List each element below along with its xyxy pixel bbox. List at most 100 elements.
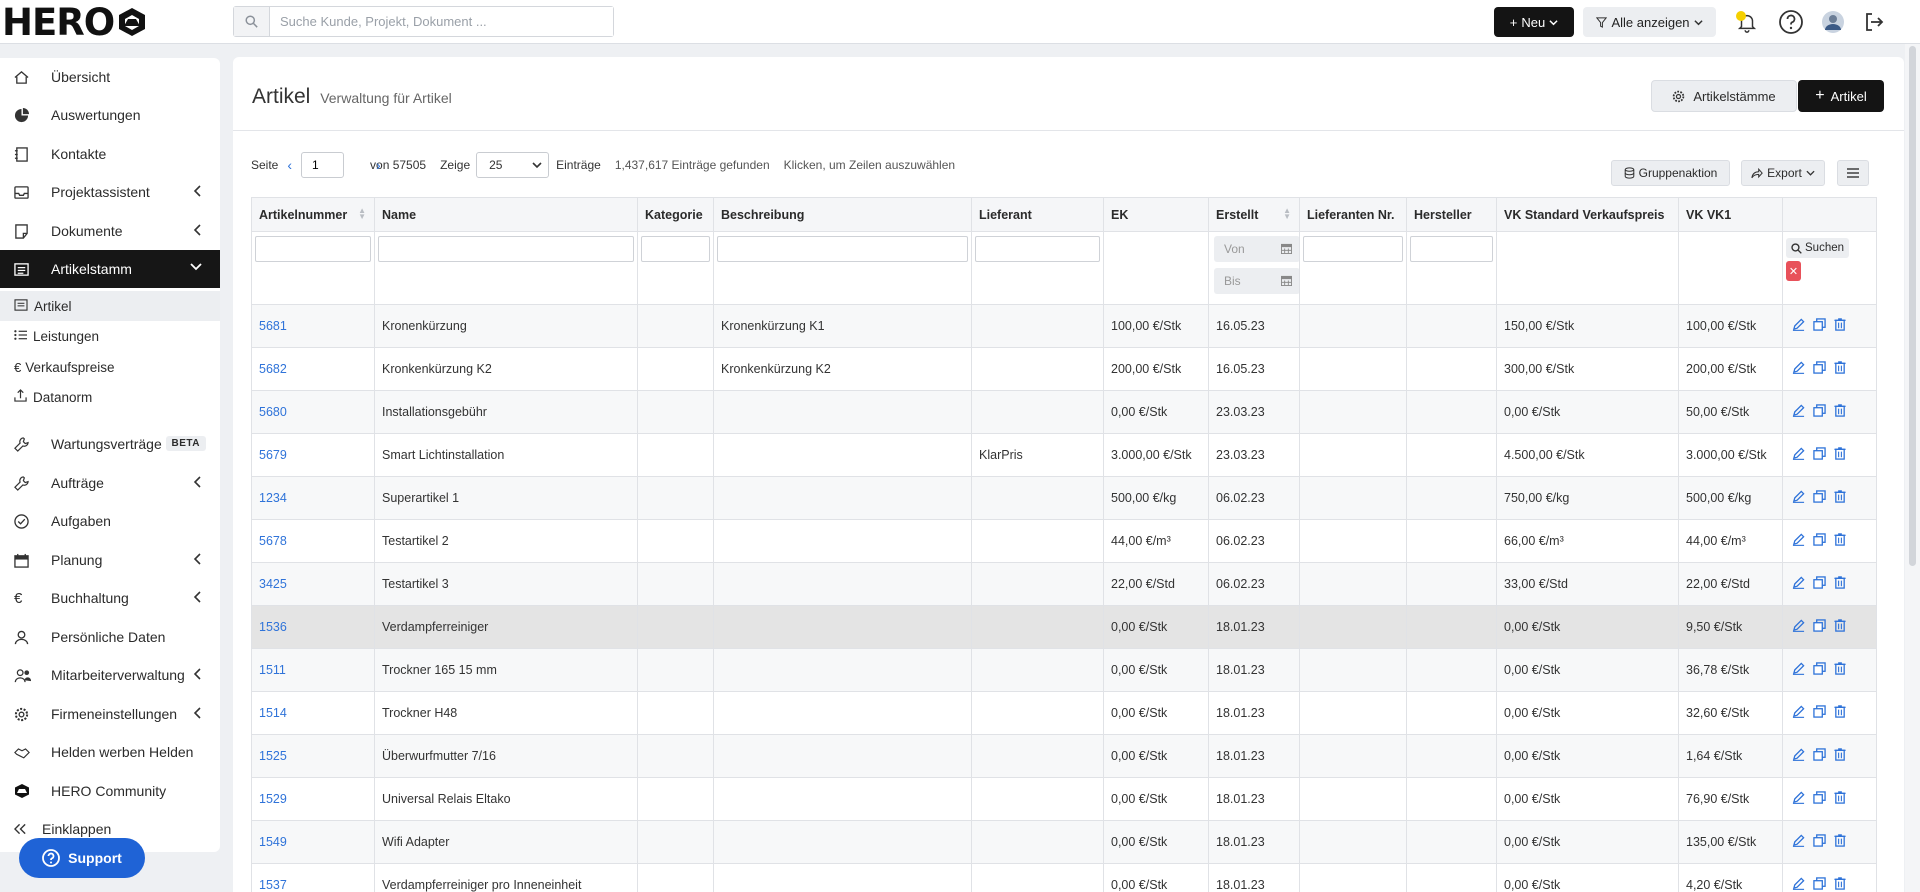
trash-icon[interactable] — [1834, 877, 1846, 892]
column-header[interactable]: Name — [374, 197, 638, 232]
article-number-cell[interactable]: 1511 — [251, 648, 375, 692]
edit-icon[interactable] — [1792, 662, 1805, 678]
trash-icon[interactable] — [1834, 576, 1846, 592]
trash-icon[interactable] — [1834, 705, 1846, 721]
sidebar-item-community[interactable]: HERO Community — [0, 772, 220, 810]
filter-button[interactable]: Alle anzeigen — [1583, 7, 1716, 37]
copy-icon[interactable] — [1813, 361, 1826, 377]
article-number-cell[interactable]: 5680 — [251, 390, 375, 434]
hero-logo[interactable]: HERO — [2, 1, 148, 44]
filter-manufacturer-input[interactable] — [1410, 236, 1493, 262]
add-article-button[interactable]: + Artikel — [1798, 80, 1884, 112]
sidebar-item-article-master[interactable]: Artikelstamm — [0, 250, 220, 288]
article-number-cell[interactable]: 1514 — [251, 691, 375, 735]
trash-icon[interactable] — [1834, 834, 1846, 850]
trash-icon[interactable] — [1834, 404, 1846, 420]
sidebar-subitem-services[interactable]: Leistungen — [0, 321, 220, 351]
column-header[interactable]: Artikelnummer ▲ ▼ — [251, 197, 375, 232]
copy-icon[interactable] — [1813, 748, 1826, 764]
article-number-cell[interactable]: 1529 — [251, 777, 375, 821]
sidebar-item-orders[interactable]: Aufträge — [0, 464, 220, 502]
global-search[interactable] — [233, 6, 614, 37]
copy-icon[interactable] — [1813, 490, 1826, 506]
edit-icon[interactable] — [1792, 791, 1805, 807]
filter-date-to[interactable]: Bis — [1214, 268, 1299, 294]
page-number-input[interactable] — [301, 152, 345, 178]
sidebar-item-maintenance[interactable]: Wartungsverträge BETA — [0, 425, 220, 463]
column-header[interactable]: Kategorie — [637, 197, 714, 232]
logout-icon[interactable] — [1861, 9, 1887, 35]
table-row[interactable]: 5679 Smart Lichtinstallation KlarPris 3.000… — [251, 433, 1877, 477]
edit-icon[interactable] — [1792, 576, 1805, 592]
column-header[interactable]: Hersteller — [1406, 197, 1497, 232]
scroll-thumb[interactable] — [1909, 46, 1916, 566]
trash-icon[interactable] — [1834, 662, 1846, 678]
table-row[interactable]: 1511 Trockner 165 15 mm 0,00 €/Stk 18.01.23… — [251, 648, 1877, 692]
filter-search-button[interactable]: Suchen — [1786, 238, 1850, 258]
article-number-cell[interactable]: 5679 — [251, 433, 375, 477]
column-header[interactable]: Lieferant — [971, 197, 1104, 232]
column-header[interactable]: VK VK1 — [1678, 197, 1783, 232]
support-button[interactable]: Support — [19, 838, 145, 878]
filter-category-input[interactable] — [641, 236, 710, 262]
copy-icon[interactable] — [1813, 404, 1826, 420]
sidebar-item-contacts[interactable]: Kontakte — [0, 135, 220, 173]
prev-page-icon[interactable]: ‹ — [287, 157, 292, 173]
edit-icon[interactable] — [1792, 318, 1805, 334]
table-row[interactable]: 5681 Kronenkürzung Kronenkürzung K1 100,00 … — [251, 304, 1877, 348]
trash-icon[interactable] — [1834, 490, 1846, 506]
article-number-cell[interactable]: 5681 — [251, 304, 375, 348]
trash-icon[interactable] — [1834, 361, 1846, 377]
trash-icon[interactable] — [1834, 619, 1846, 635]
table-row[interactable]: 5682 Kronkenkürzung K2 Kronkenkürzung K2 20… — [251, 347, 1877, 391]
edit-icon[interactable] — [1792, 404, 1805, 420]
copy-icon[interactable] — [1813, 791, 1826, 807]
copy-icon[interactable] — [1813, 877, 1826, 892]
table-row[interactable]: 1537 Verdampferreiniger pro Inneneinheit 0… — [251, 863, 1877, 892]
column-header[interactable]: Lieferanten Nr. — [1299, 197, 1407, 232]
sidebar-item-company[interactable]: Firmeneinstellungen — [0, 695, 220, 733]
sidebar-subitem-sales-prices[interactable]: € Verkaufspreise — [0, 352, 220, 382]
copy-icon[interactable] — [1813, 533, 1826, 549]
table-row[interactable]: 5678 Testartikel 2 44,00 €/m³ 06.02.23 66,00… — [251, 519, 1877, 563]
trash-icon[interactable] — [1834, 748, 1846, 764]
page-scrollbar[interactable] — [1905, 44, 1920, 892]
table-row[interactable]: 1549 Wifi Adapter 0,00 €/Stk 18.01.23 0,00 €… — [251, 820, 1877, 864]
per-page-select[interactable]: 25 — [476, 152, 550, 178]
trash-icon[interactable] — [1834, 533, 1846, 549]
sidebar-item-overview[interactable]: Übersicht — [0, 58, 220, 96]
edit-icon[interactable] — [1792, 619, 1805, 635]
copy-icon[interactable] — [1813, 619, 1826, 635]
article-number-cell[interactable]: 5678 — [251, 519, 375, 563]
article-number-cell[interactable]: 1549 — [251, 820, 375, 864]
copy-icon[interactable] — [1813, 318, 1826, 334]
column-header[interactable]: Beschreibung — [713, 197, 972, 232]
copy-icon[interactable] — [1813, 447, 1826, 463]
edit-icon[interactable] — [1792, 361, 1805, 377]
clear-filter-icon[interactable]: ✕ — [1786, 261, 1801, 281]
sidebar-item-project-assistant[interactable]: Projektassistent — [0, 173, 220, 211]
trash-icon[interactable] — [1834, 791, 1846, 807]
trash-icon[interactable] — [1834, 447, 1846, 463]
new-button[interactable]: + Neu — [1494, 7, 1574, 37]
sort-icon[interactable]: ▲ ▼ — [358, 207, 366, 221]
sidebar-item-employees[interactable]: Mitarbeiterverwaltung — [0, 656, 220, 694]
sidebar-item-reports[interactable]: Auswertungen — [0, 96, 220, 134]
copy-icon[interactable] — [1813, 662, 1826, 678]
article-masters-button[interactable]: Artikelstämme — [1651, 80, 1797, 112]
table-row[interactable]: 3425 Testartikel 3 22,00 €/Std 06.02.23 33,0… — [251, 562, 1877, 606]
sidebar-item-planning[interactable]: Planung — [0, 541, 220, 579]
avatar[interactable] — [1820, 9, 1846, 35]
copy-icon[interactable] — [1813, 576, 1826, 592]
column-header[interactable]: EK — [1103, 197, 1209, 232]
sidebar-item-documents[interactable]: Dokumente — [0, 212, 220, 250]
table-row[interactable]: 1514 Trockner H48 0,00 €/Stk 18.01.23 0,00 €… — [251, 691, 1877, 735]
filter-articlenumber-input[interactable] — [255, 236, 371, 262]
article-number-cell[interactable]: 5682 — [251, 347, 375, 391]
filter-description-input[interactable] — [717, 236, 968, 262]
search-input[interactable] — [270, 7, 613, 36]
help-icon[interactable] — [1778, 9, 1804, 35]
edit-icon[interactable] — [1792, 834, 1805, 850]
filter-name-input[interactable] — [378, 236, 634, 262]
article-number-cell[interactable]: 3425 — [251, 562, 375, 606]
